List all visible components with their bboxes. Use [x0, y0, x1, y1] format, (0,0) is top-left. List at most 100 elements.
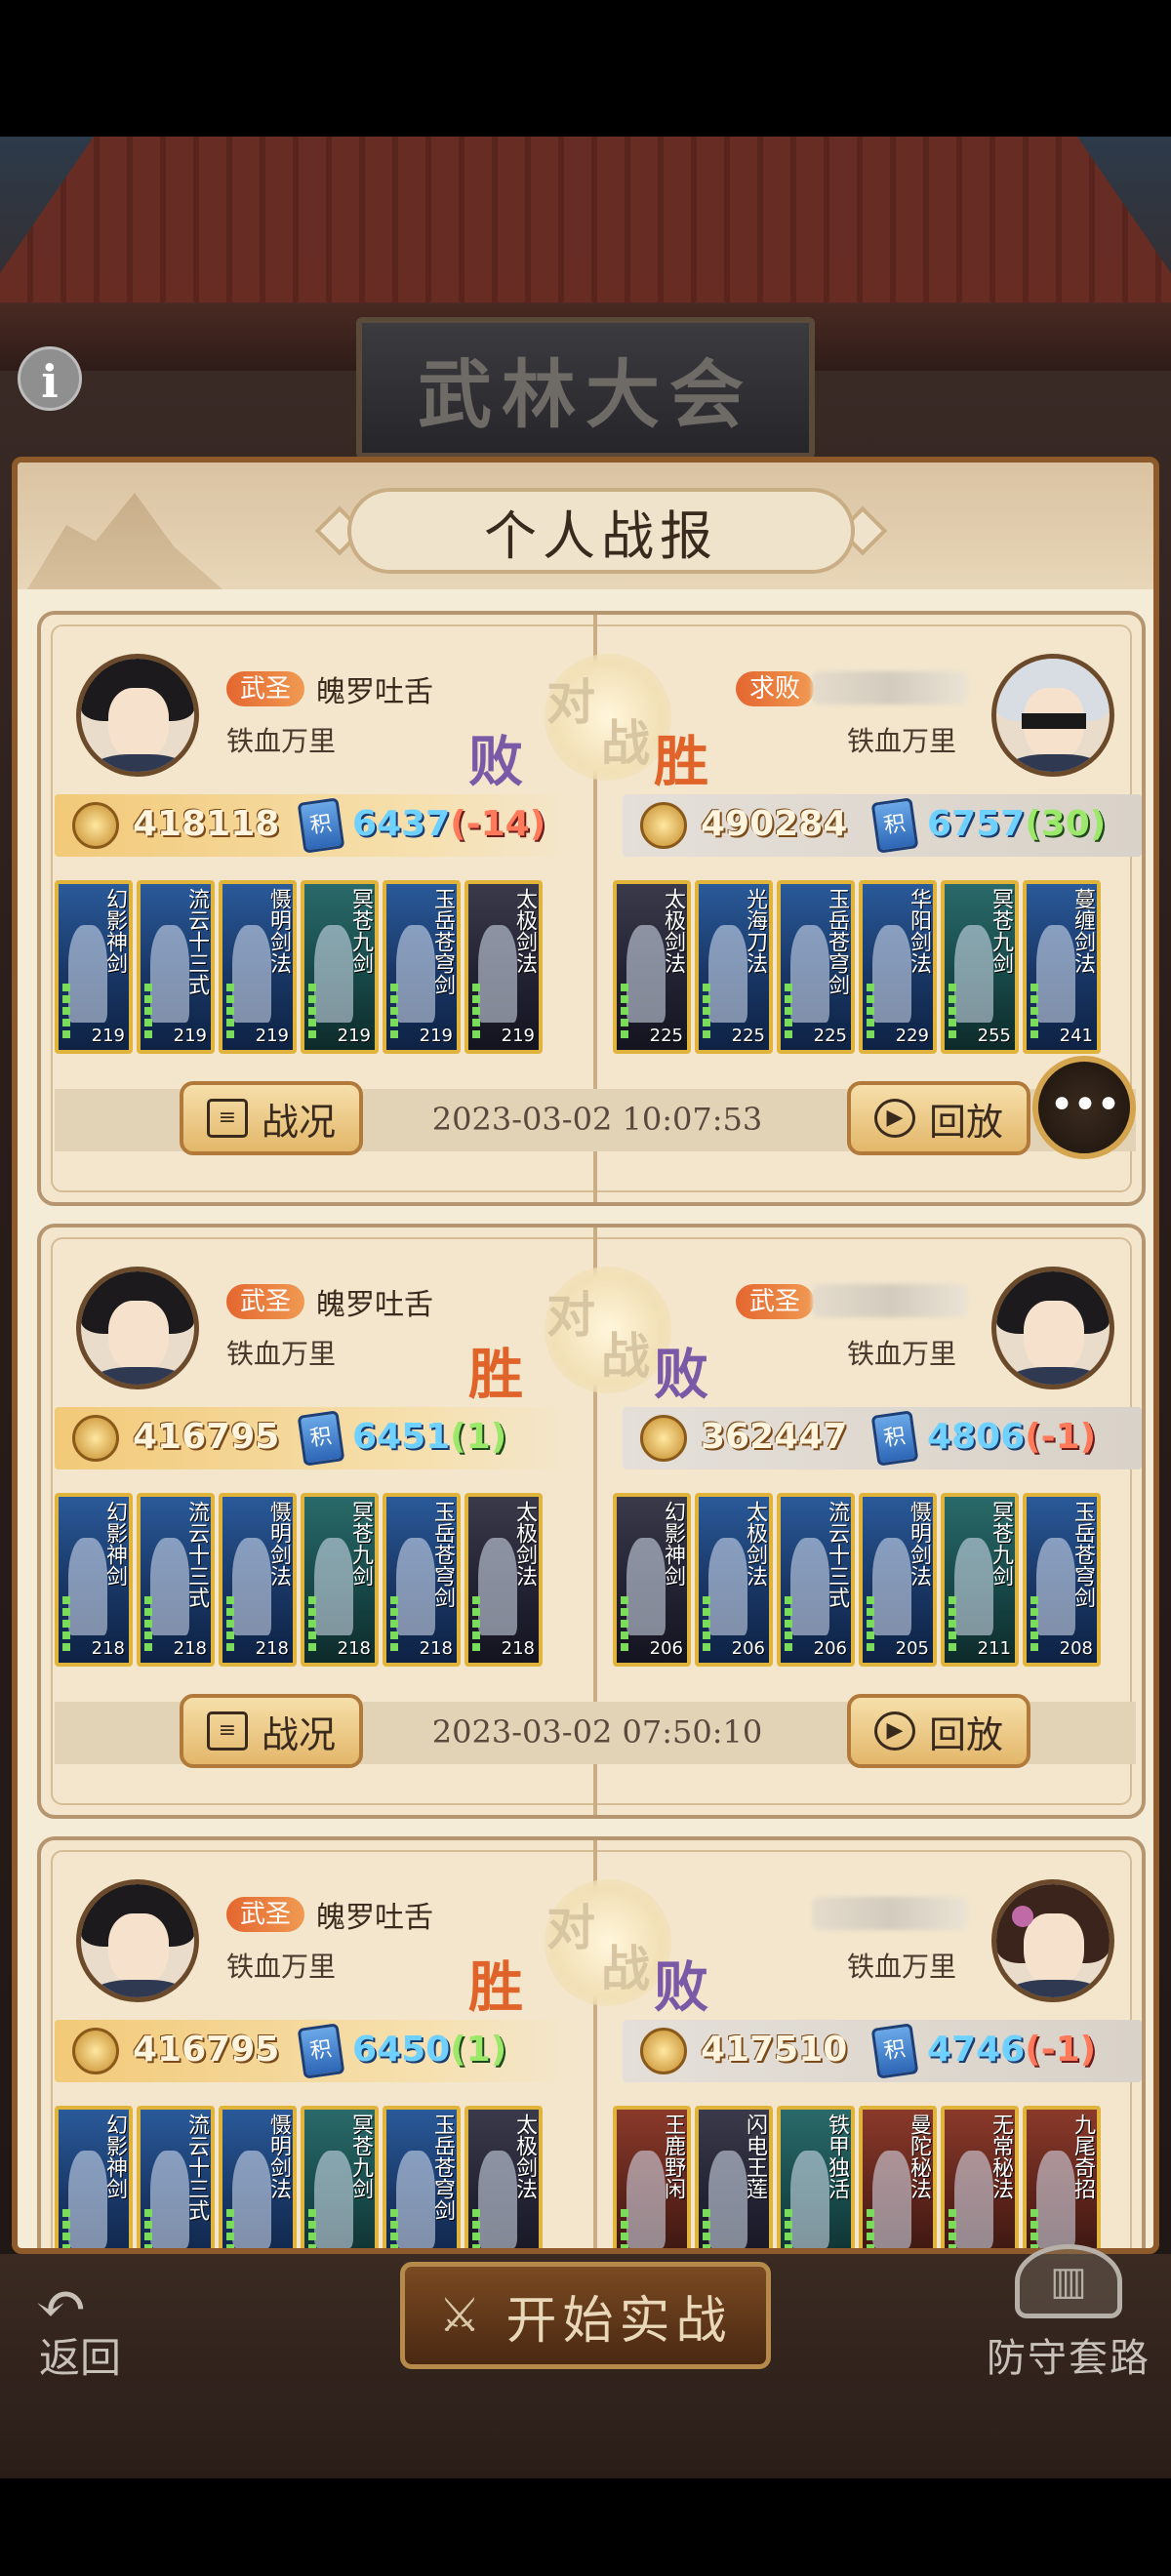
battle-card: 武圣 魄罗吐舌 铁血万里 求败 铁血万里对战败胜 418118 积 6437(-14) 4902… [37, 611, 1146, 1206]
right-result: 胜 [654, 730, 708, 794]
back-label: 返回 [39, 2334, 122, 2382]
hero-card[interactable]: 华阳剑法 229 [859, 880, 937, 1054]
battle-report-button[interactable]: ≡ 战况 [180, 1081, 363, 1155]
hero-card[interactable]: 玉岳苍穹剑 [383, 2106, 461, 2248]
power-icon [72, 1415, 119, 1462]
right-hero-lineup: 幻影神剑 206 太极剑法 206 流云十三式 206 慑明剑法 205 冥苍九剑 211 玉岳苍穹… [613, 1493, 1101, 1669]
hero-card[interactable]: 幻影神剑 218 [55, 1493, 133, 1667]
score-delta: (1) [450, 1417, 507, 1457]
defense-label: 防守套路 [987, 2336, 1151, 2381]
defense-setup-button[interactable]: ▥ 防守套路 [971, 2244, 1166, 2391]
hero-card[interactable]: 慑明剑法 219 [219, 880, 297, 1054]
rank-badge: 武圣 [226, 671, 305, 706]
hero-card[interactable]: 冥苍九剑 255 [941, 880, 1019, 1054]
hero-card[interactable]: 王鹿野闲 [613, 2106, 691, 2248]
player-name: 魄罗吐舌 [316, 675, 433, 709]
hero-card[interactable]: 太极剑法 218 [464, 1493, 543, 1667]
opponent-name-blurred [812, 1897, 968, 1930]
hero-card[interactable]: 玉岳苍穹剑 218 [383, 1493, 461, 1667]
event-sign: 武林大会 [356, 317, 815, 459]
battle-time: 2023-03-02 07:50:10 [431, 1713, 763, 1751]
left-result: 败 [468, 730, 523, 794]
hero-card[interactable]: 闪电王莲 [695, 2106, 773, 2248]
hero-card[interactable]: 冥苍九剑 218 [301, 1493, 379, 1667]
info-icon[interactable]: i [18, 346, 82, 411]
hero-card[interactable]: 幻影神剑 206 [613, 1493, 691, 1667]
score-delta: (30) [1025, 804, 1107, 844]
panel-header: 个人战报 [18, 463, 1153, 589]
vs-emblem: 对战 [545, 1879, 671, 2006]
replay-button[interactable]: ▶ 回放 [847, 1694, 1030, 1768]
hero-card[interactable]: 幻影神剑 219 [55, 880, 133, 1054]
hero-card[interactable]: 慑明剑法 205 [859, 1493, 937, 1667]
hero-card[interactable]: 太极剑法 206 [695, 1493, 773, 1667]
opponent-avatar[interactable] [991, 654, 1114, 777]
score-delta: (-1) [1025, 1417, 1097, 1457]
back-button[interactable]: ↶ 返回 [29, 2269, 156, 2382]
hero-card[interactable]: 慑明剑法 [219, 2106, 297, 2248]
battle-time: 2023-03-02 10:07:53 [431, 1101, 763, 1138]
score-delta: (-14) [450, 804, 546, 844]
power-icon [640, 1415, 687, 1462]
hero-card[interactable]: 铁甲独活 [777, 2106, 855, 2248]
opponent-avatar[interactable] [991, 1879, 1114, 2002]
score-delta: (-1) [1025, 2030, 1097, 2070]
hero-card[interactable]: 玉岳苍穹剑 225 [777, 880, 855, 1054]
opponent-guild: 铁血万里 [847, 725, 957, 757]
right-stats: 417510 积 4746(-1) [623, 2020, 1142, 2082]
opponent-guild: 铁血万里 [847, 1951, 957, 1983]
status-bar [0, 0, 1171, 137]
hero-card[interactable]: 九尾奇招 [1023, 2106, 1101, 2248]
hero-card[interactable]: 太极剑法 219 [464, 880, 543, 1054]
vs-emblem: 对战 [545, 1267, 671, 1393]
hero-card[interactable]: 曼陀秘法 [859, 2106, 937, 2248]
hero-card[interactable]: 流云十三式 [137, 2106, 215, 2248]
opponent-name-blurred [812, 671, 968, 704]
left-stats: 416795 积 6451(1) [55, 1407, 572, 1469]
hero-card[interactable]: 流云十三式 218 [137, 1493, 215, 1667]
right-result: 败 [654, 1343, 708, 1407]
chat-icon[interactable]: ••• [1032, 1056, 1136, 1159]
power-icon [640, 802, 687, 849]
book-icon: ▥ [1015, 2244, 1122, 2318]
start-battle-button[interactable]: ⚔ 开始实战 [400, 2262, 771, 2369]
replay-button[interactable]: ▶ 回放 [847, 1081, 1030, 1155]
score-icon: 积 [297, 797, 345, 854]
player-avatar[interactable] [76, 1879, 199, 2002]
hero-card[interactable]: 无常秘法 [941, 2106, 1019, 2248]
hero-card[interactable]: 流云十三式 219 [137, 880, 215, 1054]
left-stats: 416795 积 6450(1) [55, 2020, 572, 2082]
battle-report-button[interactable]: ≡ 战况 [180, 1694, 363, 1768]
player-avatar[interactable] [76, 654, 199, 777]
player-guild: 铁血万里 [226, 1338, 337, 1370]
score-icon: 积 [870, 797, 919, 854]
list-icon: ≡ [206, 1099, 248, 1138]
crossed-swords-icon: ⚔ [438, 2288, 487, 2343]
hero-card[interactable]: 太极剑法 225 [613, 880, 691, 1054]
left-hero-lineup: 幻影神剑 219 流云十三式 219 慑明剑法 219 冥苍九剑 219 玉岳苍穹剑 219 太极剑… [55, 880, 543, 1056]
hero-card[interactable]: 蔓缠剑法 241 [1023, 880, 1101, 1054]
hero-card[interactable]: 光海刀法 225 [695, 880, 773, 1054]
score-icon: 积 [870, 2023, 919, 2079]
hero-card[interactable]: 冥苍九剑 [301, 2106, 379, 2248]
score-value: 4806(-1) [927, 1417, 1097, 1457]
score-icon: 积 [297, 1410, 345, 1467]
opponent-rank-badge: 武圣 [736, 1284, 815, 1319]
opponent-guild: 铁血万里 [847, 1338, 957, 1370]
player-avatar[interactable] [76, 1267, 199, 1389]
play-icon: ▶ [873, 1099, 915, 1138]
right-hero-lineup: 王鹿野闲 闪电王莲 铁甲独活 曼陀秘法 无常秘法 九尾奇招 [613, 2106, 1101, 2248]
power-icon [640, 2028, 687, 2074]
hero-card[interactable]: 慑明剑法 218 [219, 1493, 297, 1667]
hero-card[interactable]: 冥苍九剑 211 [941, 1493, 1019, 1667]
start-battle-label: 开始实战 [505, 2291, 733, 2351]
list-icon: ≡ [206, 1711, 248, 1751]
opponent-avatar[interactable] [991, 1267, 1114, 1389]
hero-card[interactable]: 玉岳苍穹剑 219 [383, 880, 461, 1054]
hero-card[interactable]: 流云十三式 206 [777, 1493, 855, 1667]
hero-card[interactable]: 冥苍九剑 219 [301, 880, 379, 1054]
hero-card[interactable]: 幻影神剑 [55, 2106, 133, 2248]
hero-card[interactable]: 太极剑法 [464, 2106, 543, 2248]
power-value: 490284 [701, 804, 848, 844]
hero-card[interactable]: 玉岳苍穹剑 208 [1023, 1493, 1101, 1667]
